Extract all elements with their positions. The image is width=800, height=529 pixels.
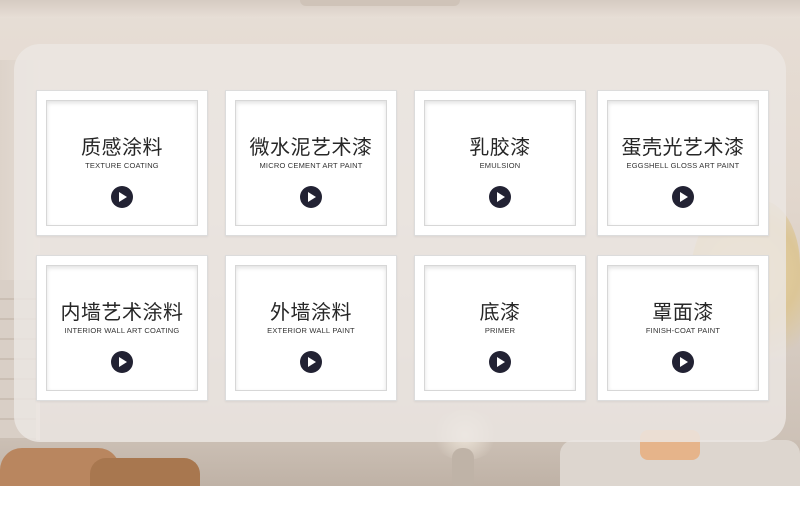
play-icon[interactable]	[111, 186, 133, 208]
play-icon[interactable]	[672, 186, 694, 208]
play-icon[interactable]	[489, 186, 511, 208]
product-card-texture-coating[interactable]: 质感涂料 TEXTURE COATING	[36, 90, 208, 236]
card-subtitle: EMULSION	[479, 161, 521, 170]
card-subtitle: EXTERIOR WALL PAINT	[267, 326, 355, 335]
card-title: 外墙涂料	[270, 300, 352, 324]
card-subtitle: INTERIOR WALL ART COATING	[64, 326, 180, 335]
card-subtitle: EGGSHELL GLOSS ART PAINT	[626, 161, 740, 170]
play-icon[interactable]	[300, 186, 322, 208]
product-grid: 质感涂料 TEXTURE COATING 微水泥艺术漆 MICRO CEMENT…	[0, 0, 800, 486]
card-subtitle: MICRO CEMENT ART PAINT	[259, 161, 363, 170]
product-card-eggshell-gloss[interactable]: 蛋壳光艺术漆 EGGSHELL GLOSS ART PAINT	[597, 90, 769, 236]
card-title: 微水泥艺术漆	[249, 135, 373, 159]
play-icon[interactable]	[672, 351, 694, 373]
product-card-primer[interactable]: 底漆 PRIMER	[414, 255, 586, 401]
card-title: 蛋壳光艺术漆	[621, 135, 745, 159]
card-title: 乳胶漆	[469, 135, 531, 159]
play-icon[interactable]	[489, 351, 511, 373]
card-title: 底漆	[479, 300, 521, 324]
card-subtitle: FINISH-COAT PAINT	[645, 326, 721, 335]
card-subtitle: PRIMER	[484, 326, 516, 335]
play-icon[interactable]	[111, 351, 133, 373]
play-icon[interactable]	[300, 351, 322, 373]
product-card-micro-cement[interactable]: 微水泥艺术漆 MICRO CEMENT ART PAINT	[225, 90, 397, 236]
product-card-emulsion[interactable]: 乳胶漆 EMULSION	[414, 90, 586, 236]
card-title: 质感涂料	[81, 135, 163, 159]
card-title: 内墙艺术涂料	[60, 300, 184, 324]
product-card-finish-coat[interactable]: 罩面漆 FINISH-COAT PAINT	[597, 255, 769, 401]
product-card-exterior-wall[interactable]: 外墙涂料 EXTERIOR WALL PAINT	[225, 255, 397, 401]
card-subtitle: TEXTURE COATING	[85, 161, 159, 170]
product-card-interior-wall[interactable]: 内墙艺术涂料 INTERIOR WALL ART COATING	[36, 255, 208, 401]
card-title: 罩面漆	[652, 300, 714, 324]
